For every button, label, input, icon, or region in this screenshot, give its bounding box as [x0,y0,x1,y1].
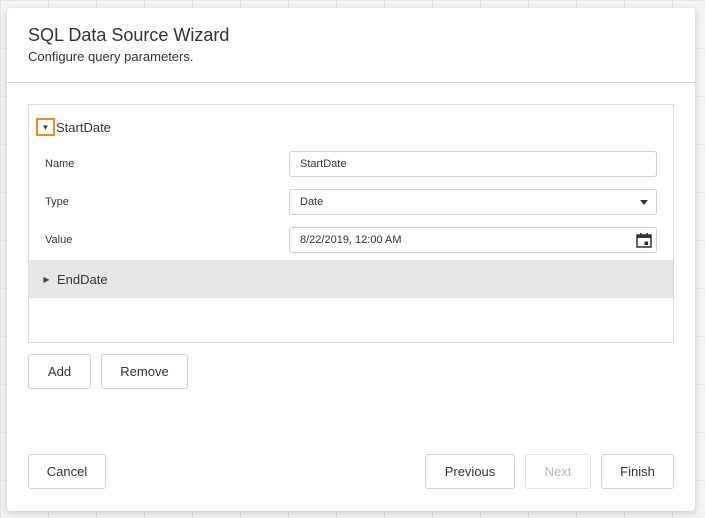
value-label: Value [45,234,73,246]
parameter-header-enddate[interactable]: ▶ EndDate [29,260,673,298]
next-button[interactable]: Next [525,454,591,489]
expand-toggle-icon[interactable]: ▶ [37,270,56,288]
parameter-name-label: StartDate [56,119,111,135]
add-button[interactable]: Add [28,354,91,389]
field-row-value: Value 8/22/2019, 12:00 AM [29,227,673,255]
parameter-name-label: EndDate [57,271,108,287]
type-select[interactable]: Date [289,189,657,215]
name-input[interactable]: StartDate [289,151,657,177]
field-row-type: Type Date [29,189,673,217]
type-select-value: Date [300,196,324,208]
value-date-text: 8/22/2019, 12:00 AM [300,234,402,246]
dialog-header: SQL Data Source Wizard Configure query p… [7,8,695,83]
field-row-name: Name StartDate [29,151,673,179]
type-label: Type [45,196,69,208]
previous-button[interactable]: Previous [425,454,515,489]
calendar-icon[interactable] [636,232,652,248]
dialog-title: SQL Data Source Wizard [28,25,230,45]
name-label: Name [45,158,75,170]
remove-button[interactable]: Remove [101,354,188,389]
cancel-button[interactable]: Cancel [28,454,106,489]
finish-button[interactable]: Finish [601,454,674,489]
value-date-input[interactable]: 8/22/2019, 12:00 AM [289,227,657,253]
chevron-down-icon[interactable] [640,200,648,205]
sql-data-source-wizard-dialog: SQL Data Source Wizard Configure query p… [7,8,695,511]
dialog-subtitle: Configure query parameters. [28,49,194,64]
parameters-panel: ▼ StartDate Name StartDate Type Date Val… [28,104,674,343]
collapse-toggle-icon[interactable]: ▼ [36,118,55,136]
parameter-header-startdate[interactable]: ▼ StartDate [29,108,673,146]
